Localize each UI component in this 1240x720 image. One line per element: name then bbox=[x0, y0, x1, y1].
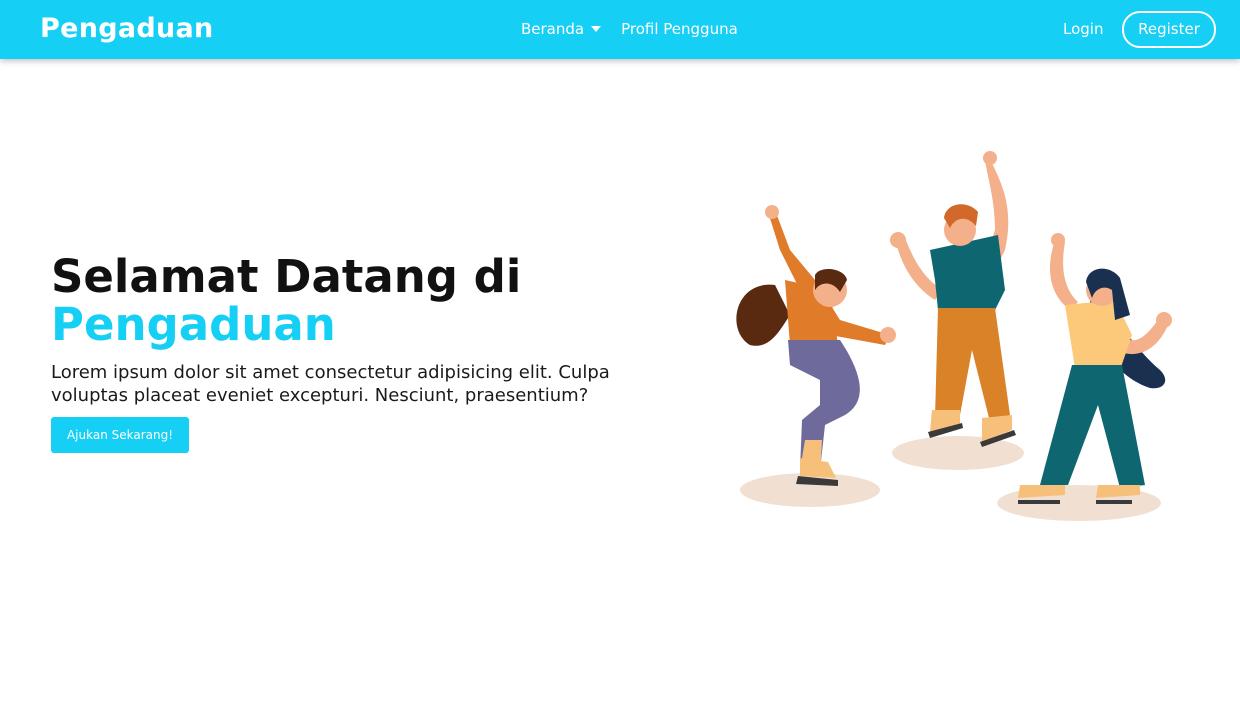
cta-button[interactable]: Ajukan Sekarang! bbox=[51, 417, 189, 453]
register-button[interactable]: Register bbox=[1122, 11, 1216, 48]
navbar: Pengaduan Beranda Profil Pengguna Login … bbox=[0, 0, 1240, 59]
hero-title-accent: Pengaduan bbox=[51, 298, 336, 351]
caret-down-icon[interactable] bbox=[591, 26, 602, 32]
nav-menu: Beranda Profil Pengguna bbox=[521, 19, 738, 39]
hero-title: Selamat Datang di Pengaduan bbox=[51, 253, 521, 349]
person-middle bbox=[890, 151, 1016, 447]
person-left bbox=[736, 205, 896, 486]
brand-logo[interactable]: Pengaduan bbox=[40, 12, 214, 46]
hero-title-line1: Selamat Datang di bbox=[51, 250, 522, 303]
person-right bbox=[1018, 233, 1172, 504]
nav-profil-pengguna[interactable]: Profil Pengguna bbox=[621, 19, 738, 39]
hero-description: Lorem ipsum dolor sit amet consectetur a… bbox=[51, 362, 610, 406]
login-link[interactable]: Login bbox=[1063, 19, 1103, 39]
dancing-people-illustration bbox=[736, 151, 1172, 521]
nav-beranda[interactable]: Beranda bbox=[521, 19, 584, 39]
